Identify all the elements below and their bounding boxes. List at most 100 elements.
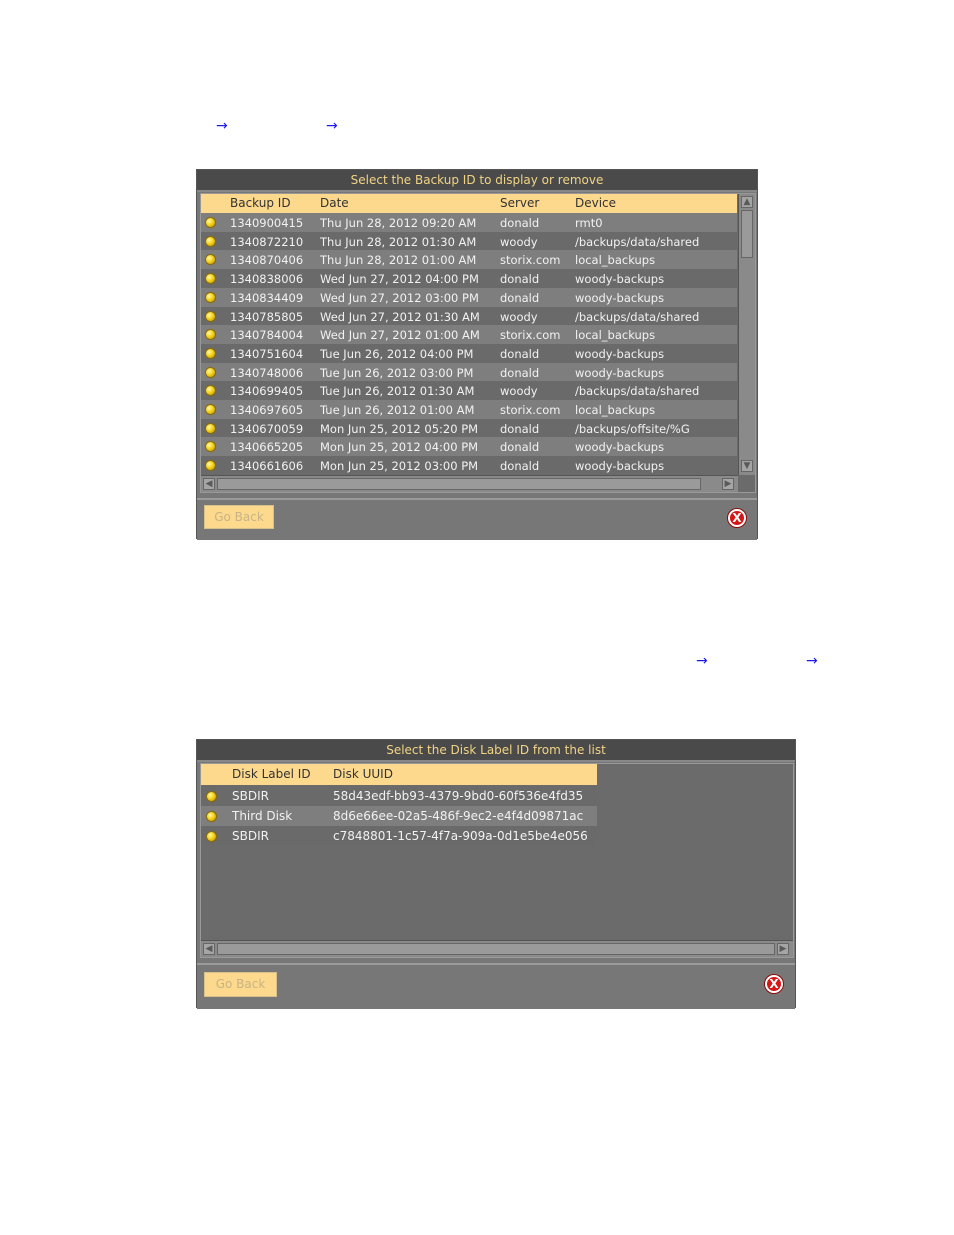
scroll-thumb[interactable] bbox=[741, 210, 753, 258]
column-header-date[interactable]: Date bbox=[320, 196, 349, 210]
breadcrumb-arrow-icon: → bbox=[696, 653, 708, 669]
dialog-title: Select the Backup ID to display or remov… bbox=[197, 170, 757, 192]
table-row[interactable]: 1340834409 Wed Jun 27, 2012 03:00 PM donal… bbox=[201, 287, 737, 307]
table-row[interactable]: 1340784004 Wed Jun 27, 2012 01:00 AM stori… bbox=[201, 325, 737, 345]
device-cell: local_backups bbox=[575, 403, 656, 417]
table-row[interactable]: 1340699405 Tue Jun 26, 2012 01:30 AM woody… bbox=[201, 381, 737, 401]
disk-label-cell: Third Disk bbox=[232, 809, 293, 823]
table-row[interactable]: SBDIR 58d43edf-bb93-4379-9bd0-60f536e4fd3… bbox=[201, 786, 597, 806]
server-cell: storix.com bbox=[500, 253, 561, 268]
scroll-right-arrow-icon[interactable]: ▶ bbox=[722, 478, 734, 490]
server-cell: donald bbox=[500, 365, 540, 380]
table-row[interactable]: 1340838006 Wed Jun 27, 2012 04:00 PM donal… bbox=[201, 269, 737, 289]
server-cell: woody bbox=[500, 234, 538, 249]
scroll-left-arrow-icon[interactable]: ◀ bbox=[203, 943, 215, 955]
table-row[interactable]: 1340748006 Tue Jun 26, 2012 03:00 PM donal… bbox=[201, 362, 737, 382]
scroll-thumb[interactable] bbox=[217, 943, 775, 955]
column-header-device[interactable]: Device bbox=[575, 196, 616, 210]
backup-id-cell: 1340697605 bbox=[230, 403, 304, 417]
column-header-disk-label-id[interactable]: Disk Label ID bbox=[232, 767, 311, 781]
disk-uuid-cell: 8d6e66ee-02a5-486f-9ec2-e4f4d09871ac bbox=[333, 809, 584, 823]
server-cell: donald bbox=[500, 346, 540, 361]
table-row[interactable]: 1340900415 Thu Jun 28, 2012 09:20 AM donal… bbox=[201, 213, 737, 232]
scroll-left-arrow-icon[interactable]: ◀ bbox=[203, 478, 215, 490]
backup-id-cell: 1340838006 bbox=[230, 272, 304, 287]
scroll-thumb[interactable] bbox=[217, 478, 701, 490]
backup-id-cell: 1340665205 bbox=[230, 440, 304, 455]
radio-bullet-icon[interactable] bbox=[206, 405, 215, 414]
radio-bullet-icon[interactable] bbox=[206, 311, 215, 321]
table-row[interactable]: 1340785805 Wed Jun 27, 2012 01:30 AM woody… bbox=[201, 306, 737, 326]
vertical-scrollbar[interactable]: ▲ ▼ bbox=[738, 194, 755, 475]
table-row[interactable]: 1340872210 Thu Jun 28, 2012 01:30 AM woody… bbox=[201, 231, 737, 251]
server-cell: woody bbox=[500, 309, 538, 324]
radio-bullet-icon[interactable] bbox=[206, 442, 215, 452]
disk-label-cell: SBDIR bbox=[232, 829, 269, 843]
server-cell: donald bbox=[500, 459, 540, 474]
radio-bullet-icon[interactable] bbox=[206, 423, 215, 433]
close-icon[interactable]: X bbox=[765, 975, 783, 993]
go-back-button[interactable]: Go Back bbox=[204, 505, 274, 529]
radio-bullet-icon[interactable] bbox=[206, 255, 215, 265]
table-row[interactable]: 1340661606 Mon Jun 25, 2012 03:00 PM donal… bbox=[201, 456, 737, 476]
column-header-server[interactable]: Server bbox=[500, 196, 539, 210]
device-cell: local_backups bbox=[575, 328, 656, 343]
radio-bullet-icon[interactable] bbox=[207, 812, 216, 821]
backup-id-cell: 1340784004 bbox=[230, 328, 304, 343]
device-cell: /backups/data/shared bbox=[575, 384, 700, 399]
date-cell: Tue Jun 26, 2012 01:00 AM bbox=[320, 403, 475, 417]
backup-id-cell: 1340748006 bbox=[230, 365, 304, 380]
device-cell: /backups/data/shared bbox=[575, 234, 700, 249]
backup-id-cell: 1340785805 bbox=[230, 309, 304, 324]
backup-id-dialog: Select the Backup ID to display or remov… bbox=[196, 169, 758, 540]
date-cell: Tue Jun 26, 2012 03:00 PM bbox=[320, 365, 474, 380]
date-cell: Mon Jun 25, 2012 03:00 PM bbox=[320, 459, 479, 474]
device-cell: woody-backups bbox=[575, 459, 665, 474]
close-icon[interactable]: X bbox=[728, 509, 746, 527]
radio-bullet-icon[interactable] bbox=[206, 218, 215, 227]
column-header-disk-uuid[interactable]: Disk UUID bbox=[333, 767, 393, 781]
server-cell: woody bbox=[500, 384, 538, 399]
scroll-down-arrow-icon[interactable]: ▼ bbox=[741, 460, 753, 472]
radio-bullet-icon[interactable] bbox=[207, 792, 216, 801]
date-cell: Thu Jun 28, 2012 01:30 AM bbox=[320, 234, 477, 249]
radio-bullet-icon[interactable] bbox=[206, 461, 215, 471]
device-cell: woody-backups bbox=[575, 365, 665, 380]
table-row[interactable]: 1340697605 Tue Jun 26, 2012 01:00 AM stori… bbox=[201, 400, 737, 419]
backup-id-cell: 1340699405 bbox=[230, 384, 304, 399]
horizontal-scrollbar[interactable]: ◀ ▶ bbox=[201, 475, 738, 492]
date-cell: Wed Jun 27, 2012 01:30 AM bbox=[320, 309, 480, 324]
date-cell: Thu Jun 28, 2012 09:20 AM bbox=[320, 216, 477, 230]
device-cell: /backups/data/shared bbox=[575, 309, 700, 324]
horizontal-scrollbar[interactable]: ◀ ▶ bbox=[201, 940, 793, 957]
go-back-button[interactable]: Go Back bbox=[204, 972, 277, 997]
breadcrumb-arrow-icon: → bbox=[326, 118, 338, 134]
date-cell: Tue Jun 26, 2012 04:00 PM bbox=[320, 346, 474, 361]
backup-id-cell: 1340870406 bbox=[230, 253, 304, 268]
radio-bullet-icon[interactable] bbox=[206, 330, 215, 340]
breadcrumb-arrow-icon: → bbox=[806, 653, 818, 669]
server-cell: storix.com bbox=[500, 328, 561, 343]
table-row[interactable]: 1340870406 Thu Jun 28, 2012 01:00 AM stori… bbox=[201, 250, 737, 270]
scroll-right-arrow-icon[interactable]: ▶ bbox=[777, 943, 789, 955]
radio-bullet-icon[interactable] bbox=[206, 367, 215, 377]
table-row[interactable]: 1340751604 Tue Jun 26, 2012 04:00 PM donal… bbox=[201, 343, 737, 363]
scroll-up-arrow-icon[interactable]: ▲ bbox=[741, 196, 753, 208]
server-cell: storix.com bbox=[500, 403, 561, 417]
radio-bullet-icon[interactable] bbox=[206, 386, 215, 396]
table-row[interactable]: Third Disk 8d6e66ee-02a5-486f-9ec2-e4f4d0… bbox=[201, 806, 597, 826]
table-row[interactable]: SBDIR c7848801-1c57-4f7a-909a-0d1e5be4e05… bbox=[201, 826, 597, 846]
device-cell: woody-backups bbox=[575, 440, 665, 455]
column-header-backup-id[interactable]: Backup ID bbox=[230, 196, 291, 210]
server-cell: donald bbox=[500, 290, 540, 305]
table-row[interactable]: 1340665205 Mon Jun 25, 2012 04:00 PM donal… bbox=[201, 437, 737, 457]
radio-bullet-icon[interactable] bbox=[206, 348, 215, 358]
table-row[interactable]: 1340670059 Mon Jun 25, 2012 05:20 PM donal… bbox=[201, 418, 737, 438]
radio-bullet-icon[interactable] bbox=[207, 832, 216, 841]
radio-bullet-icon[interactable] bbox=[206, 292, 215, 302]
radio-bullet-icon[interactable] bbox=[206, 274, 215, 284]
dialog-footer: Go Back X bbox=[197, 963, 795, 1009]
date-cell: Wed Jun 27, 2012 01:00 AM bbox=[320, 328, 480, 343]
radio-bullet-icon[interactable] bbox=[206, 236, 215, 246]
backup-id-cell: 1340872210 bbox=[230, 234, 304, 249]
